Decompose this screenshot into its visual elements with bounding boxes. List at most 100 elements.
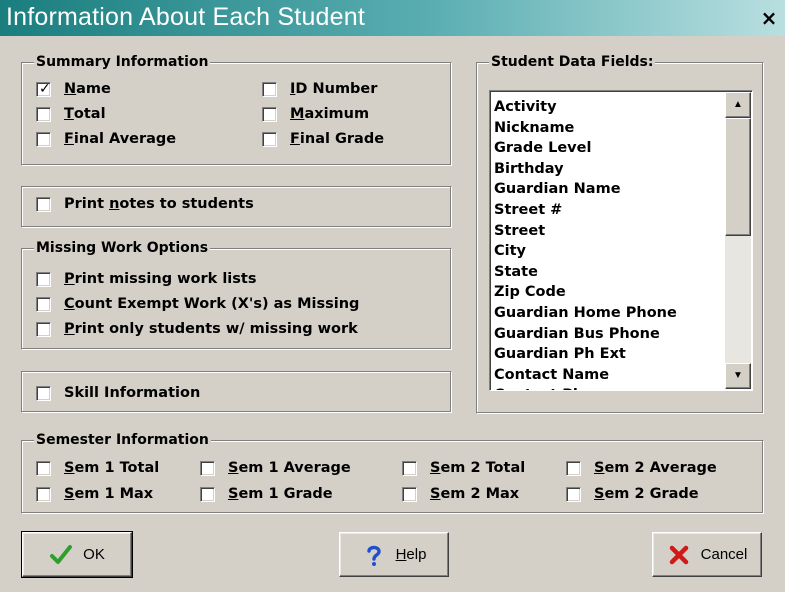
mnemonic: S [228, 486, 239, 502]
mnemonic: M [290, 106, 305, 122]
checkbox-label: em 1 Grade [238, 486, 333, 502]
checkbox-sem1-max[interactable]: Sem 1 Max [36, 486, 153, 502]
checkbox-label: aximum [304, 106, 370, 122]
checkmark-icon [50, 544, 73, 564]
cancel-button[interactable]: Cancel [652, 532, 762, 577]
checkbox-box[interactable] [402, 460, 417, 476]
list-item[interactable]: Guardian Ph Ext [494, 344, 677, 365]
checkbox-box[interactable] [36, 460, 51, 476]
checkbox-name[interactable]: ✓ Name [36, 81, 111, 97]
checkbox-maximum[interactable]: Maximum [262, 106, 369, 122]
checkbox-label: em 2 Total [440, 460, 526, 476]
checkbox-box[interactable] [36, 321, 51, 337]
checkbox-label: ount Exempt Work (X's) as Missing [74, 296, 360, 312]
list-item[interactable]: Street [494, 221, 677, 242]
checkbox-sem1-total[interactable]: Sem 1 Total [36, 460, 159, 476]
checkbox-print-missing-work[interactable]: Print missing work lists [36, 271, 256, 287]
help-button[interactable]: Help [339, 532, 449, 577]
checkbox-sem2-total[interactable]: Sem 2 Total [402, 460, 525, 476]
checkbox-box[interactable] [36, 106, 51, 122]
checkbox-box[interactable] [200, 460, 215, 476]
checkbox-sem2-average[interactable]: Sem 2 Average [566, 460, 717, 476]
checkbox-box[interactable] [36, 385, 51, 401]
checkbox-label: D Number [295, 81, 378, 97]
checkbox-skill-information[interactable]: Skill Information [36, 385, 200, 401]
checkbox-box[interactable] [262, 81, 277, 97]
mnemonic: H [395, 546, 407, 563]
mnemonic: S [430, 460, 441, 476]
checkbox-box[interactable] [36, 196, 51, 212]
checkbox-label: em 1 Total [74, 460, 160, 476]
student-data-fields-list[interactable]: Activity Nickname Grade Level Birthday Guard… [489, 90, 753, 391]
ok-button[interactable]: OK [21, 531, 133, 578]
checkbox-label: inal Average [73, 131, 177, 147]
checkbox-id-number[interactable]: ID Number [262, 81, 377, 97]
list-item[interactable]: Zip Code [494, 282, 677, 303]
dialog-title: Information About Each Student [6, 3, 366, 31]
checkbox-label: rint only students w/ missing work [74, 321, 358, 337]
summary-information-legend: Summary Information [34, 53, 211, 71]
checkbox-sem1-average[interactable]: Sem 1 Average [200, 460, 351, 476]
checkbox-box[interactable] [36, 296, 51, 312]
scroll-thumb[interactable] [725, 118, 751, 236]
checkbox-final-average[interactable]: Final Average [36, 131, 176, 147]
checkbox-box[interactable] [200, 486, 215, 502]
list-item[interactable]: Guardian Home Phone [494, 303, 677, 324]
list-item[interactable]: Street # [494, 200, 677, 221]
mnemonic: S [64, 460, 75, 476]
checkbox-label: otal [73, 106, 106, 122]
missing-work-legend: Missing Work Options [34, 239, 211, 257]
checkbox-box[interactable] [566, 460, 581, 476]
list-item[interactable]: Guardian Bus Phone [494, 324, 677, 345]
scroll-up-icon[interactable]: ▲ [725, 92, 751, 118]
checkbox-box[interactable] [262, 131, 277, 147]
checkbox-final-grade[interactable]: Final Grade [262, 131, 384, 147]
list-item[interactable]: Nickname [494, 118, 677, 139]
checkbox-label: ame [76, 81, 111, 97]
checkbox-box[interactable] [36, 131, 51, 147]
mnemonic: F [64, 131, 74, 147]
checkbox-sem2-grade[interactable]: Sem 2 Grade [566, 486, 699, 502]
checkbox-box[interactable]: ✓ [36, 81, 51, 97]
checkbox-sem1-grade[interactable]: Sem 1 Grade [200, 486, 333, 502]
close-icon[interactable]: × [757, 6, 781, 30]
mnemonic: S [430, 486, 441, 502]
list-item[interactable]: Activity [494, 97, 677, 118]
checkbox-label: otes to students [119, 196, 254, 212]
help-label: Help [396, 546, 427, 563]
checkbox-label: em 2 Average [604, 460, 717, 476]
list-item[interactable]: Contact Phone [494, 385, 677, 390]
scroll-down-icon[interactable]: ▼ [725, 363, 751, 389]
mnemonic: F [290, 131, 300, 147]
list-item[interactable]: Grade Level [494, 138, 677, 159]
list-item[interactable]: Contact Name [494, 365, 677, 386]
checkbox-box[interactable] [402, 486, 417, 502]
mnemonic: N [64, 81, 77, 97]
checkbox-count-exempt[interactable]: Count Exempt Work (X's) as Missing [36, 296, 359, 312]
student-data-fields-legend: Student Data Fields: [489, 53, 656, 71]
checkbox-label: inal Grade [299, 131, 385, 147]
help-label-rest: elp [406, 546, 427, 563]
title-bar[interactable]: Information About Each Student × [0, 0, 785, 36]
checkbox-total[interactable]: Total [36, 106, 106, 122]
list-items: Activity Nickname Grade Level Birthday Guard… [494, 97, 677, 390]
list-scrollbar[interactable]: ▲ ▼ [725, 92, 751, 389]
cancel-label: Cancel [700, 546, 748, 563]
checkbox-box[interactable] [566, 486, 581, 502]
mnemonic: S [594, 460, 605, 476]
checkbox-print-notes[interactable]: Print n otes to students [36, 196, 254, 212]
dialog-window: Information About Each Student × Summary… [0, 0, 785, 592]
checkbox-print-only-missing[interactable]: Print only students w/ missing work [36, 321, 358, 337]
mnemonic: S [64, 486, 75, 502]
checkbox-box[interactable] [262, 106, 277, 122]
checkbox-sem2-max[interactable]: Sem 2 Max [402, 486, 519, 502]
checkbox-box[interactable] [36, 271, 51, 287]
list-item[interactable]: State [494, 262, 677, 283]
mnemonic: T [64, 106, 74, 122]
question-mark-icon [366, 545, 381, 566]
list-item[interactable]: City [494, 241, 677, 262]
mnemonic: P [64, 271, 75, 287]
checkbox-box[interactable] [36, 486, 51, 502]
list-item[interactable]: Birthday [494, 159, 677, 180]
list-item[interactable]: Guardian Name [494, 179, 677, 200]
